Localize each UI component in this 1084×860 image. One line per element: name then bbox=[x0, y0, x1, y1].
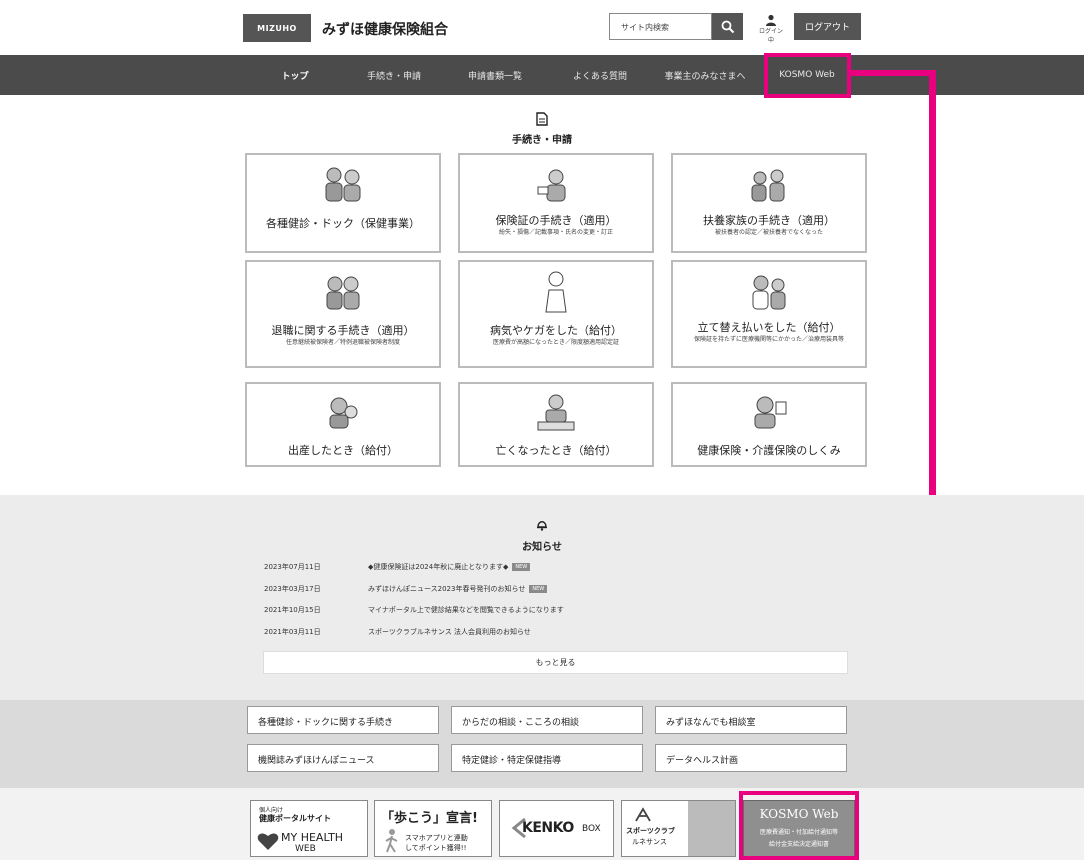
site-search-input[interactable]: サイト内検索 bbox=[609, 13, 712, 40]
banner-text: してポイント獲得!! bbox=[405, 844, 467, 852]
banner-brand: BOX bbox=[582, 824, 601, 834]
nav-employers[interactable]: 事業主のみなさまへ bbox=[655, 55, 755, 95]
link-data-health-plan[interactable]: データヘルス計画 bbox=[655, 744, 847, 772]
banner-text: 健康ポータルサイト bbox=[259, 814, 331, 823]
tile-title: 健康保険・介護保険のしくみ bbox=[697, 444, 841, 457]
user-icon bbox=[766, 14, 776, 26]
mizuho-logo[interactable]: MIZUHO bbox=[243, 14, 311, 42]
nav-forms-list[interactable]: 申請書類一覧 bbox=[452, 55, 538, 95]
banner-brand: MY HEALTH bbox=[281, 831, 344, 844]
banner-sports-club-renaissance[interactable]: スポーツクラブ ルネサンス bbox=[621, 800, 736, 857]
banner-my-health-web[interactable]: 個人向け 健康ポータルサイト MY HEALTH WEB bbox=[250, 800, 368, 857]
tile-title: 立て替え払いをした（給付） bbox=[697, 321, 841, 334]
tile-subtitle: 任意継続被保険者／特例退職被保険者制度 bbox=[285, 339, 400, 346]
renaissance-logo-icon bbox=[635, 807, 651, 822]
link-general-consultation[interactable]: みずほなんでも相談室 bbox=[655, 706, 847, 734]
procedures-heading: 手続き・申請 bbox=[512, 135, 572, 146]
tile-dependents[interactable]: 扶養家族の手続き（適用） 被扶養者の認定／被扶養者でなくなった bbox=[671, 153, 867, 253]
tile-subtitle: 被扶養者の認定／被扶養者でなくなった bbox=[714, 229, 823, 236]
login-status[interactable]: ログイン中 bbox=[757, 13, 785, 44]
tile-insurance-system[interactable]: 健康保険・介護保険のしくみ bbox=[671, 382, 867, 467]
tile-retirement[interactable]: 退職に関する手続き（適用） 任意継続被保険者／特例退職被保険者制度 bbox=[245, 260, 441, 368]
banner-kenko-box[interactable]: KENKO BOX bbox=[499, 800, 614, 857]
news-item[interactable]: スポーツクラブルネサンス 法人会員利用のお知らせ bbox=[368, 627, 531, 637]
nav-procedures[interactable]: 手続き・申請 bbox=[352, 55, 436, 95]
memorial-icon bbox=[537, 394, 575, 431]
heart-icon bbox=[257, 833, 279, 850]
nav-kosmo-highlight bbox=[764, 53, 851, 98]
tile-title: 亡くなったとき（給付） bbox=[495, 444, 617, 457]
banner-text: スポーツクラブ bbox=[626, 827, 675, 835]
highlight-connector-horizontal bbox=[850, 70, 936, 76]
tile-title: 退職に関する手続き（適用） bbox=[271, 324, 415, 337]
search-icon bbox=[721, 20, 734, 33]
tile-reimbursement[interactable]: 立て替え払いをした（給付） 保険証を持たずに医療機関等にかかった／治療用装具等 bbox=[671, 260, 867, 368]
tile-subtitle: 保険証を持たずに医療機関等にかかった／治療用装具等 bbox=[693, 336, 844, 343]
athlete-photo bbox=[688, 801, 735, 856]
tile-title: 扶養家族の手続き（適用） bbox=[703, 214, 835, 227]
person-with-card-icon bbox=[537, 169, 566, 202]
tile-title: 保険証の手続き（適用） bbox=[495, 214, 617, 227]
banner-walk-declaration[interactable]: 「歩こう」宣言! スマホアプリと連動 してポイント獲得!! bbox=[374, 800, 492, 857]
logout-button[interactable]: ログアウト bbox=[794, 13, 861, 40]
banner-brand: KENKO bbox=[522, 820, 574, 836]
search-button[interactable] bbox=[712, 13, 743, 40]
new-badge: NEW bbox=[512, 563, 531, 571]
news-item-text[interactable]: みずほけんぽニュース2023年春号発刊のお知らせ bbox=[368, 585, 525, 593]
patient-icon bbox=[545, 271, 567, 313]
news-heading: お知らせ bbox=[522, 542, 562, 553]
login-label: ログイン中 bbox=[758, 28, 783, 44]
walking-person-icon bbox=[385, 829, 398, 853]
parent-baby-icon bbox=[329, 397, 358, 429]
banner-text: ルネサンス bbox=[632, 838, 667, 846]
news-date: 2021年10月15日 bbox=[264, 606, 321, 614]
document-icon bbox=[536, 112, 548, 126]
link-newsletter[interactable]: 機関誌みずほけんぽニュース bbox=[247, 744, 439, 772]
news-item[interactable]: マイナポータル上で健診結果などを閲覧できるようになります bbox=[368, 605, 564, 615]
news-item[interactable]: ◆健康保険証は2024年秋に廃止となります◆ NEW bbox=[368, 562, 531, 572]
nav-top[interactable]: トップ bbox=[262, 55, 328, 95]
nav-faq[interactable]: よくある質問 bbox=[557, 55, 643, 95]
news-item-text[interactable]: マイナポータル上で健診結果などを閲覧できるようになります bbox=[368, 606, 564, 614]
tile-subtitle: 医療費が高額になったとき／限度額適用認定証 bbox=[492, 339, 619, 346]
news-date: 2021年03月11日 bbox=[264, 628, 321, 636]
news-item[interactable]: みずほけんぽニュース2023年春号発刊のお知らせ NEW bbox=[368, 584, 548, 594]
news-more-button[interactable]: もっと見る bbox=[263, 651, 848, 674]
tile-title: 病気やケガをした（給付） bbox=[490, 324, 622, 337]
news-item-text[interactable]: スポーツクラブルネサンス 法人会員利用のお知らせ bbox=[368, 628, 531, 636]
family-illustration-icon bbox=[325, 167, 361, 202]
link-specific-checkup[interactable]: 特定健診・特定保健指導 bbox=[451, 744, 643, 772]
tile-illness-injury[interactable]: 病気やケガをした（給付） 医療費が高額になったとき／限度額適用認定証 bbox=[458, 260, 654, 368]
page: MIZUHO みずほ健康保険組合 サイト内検索 ログイン中 ログアウト トップ … bbox=[0, 0, 1084, 860]
caregiver-icon bbox=[754, 396, 787, 429]
tile-title: 出産したとき（給付） bbox=[288, 444, 398, 457]
banner-kosmo-highlight bbox=[739, 791, 859, 860]
site-title[interactable]: みずほ健康保険組合 bbox=[322, 19, 448, 39]
elderly-couple-icon bbox=[326, 276, 360, 310]
news-date: 2023年03月17日 bbox=[264, 585, 321, 593]
tile-insurance-card[interactable]: 保険証の手続き（適用） 紛失・損傷／記載事項・氏名の変更・訂正 bbox=[458, 153, 654, 253]
news-item-text[interactable]: ◆健康保険証は2024年秋に廃止となります◆ bbox=[368, 563, 508, 571]
tile-childbirth[interactable]: 出産したとき（給付） bbox=[245, 382, 441, 467]
family-group-icon bbox=[751, 169, 785, 202]
tile-health-checkups[interactable]: 各種健診・ドック（保健事業） bbox=[245, 153, 441, 253]
tile-subtitle: 紛失・損傷／記載事項・氏名の変更・訂正 bbox=[498, 229, 613, 236]
new-badge: NEW bbox=[529, 585, 548, 593]
bell-icon bbox=[537, 521, 547, 531]
tile-death[interactable]: 亡くなったとき（給付） bbox=[458, 382, 654, 467]
link-checkup-procedures[interactable]: 各種健診・ドックに関する手続き bbox=[247, 706, 439, 734]
link-body-mind-consultation[interactable]: からだの相談・こころの相談 bbox=[451, 706, 643, 734]
doctor-patient-icon bbox=[752, 275, 786, 310]
banner-brand: WEB bbox=[295, 844, 316, 854]
banner-title: 「歩こう」宣言! bbox=[381, 811, 478, 826]
tile-title: 各種健診・ドック（保健事業） bbox=[266, 217, 420, 230]
news-date: 2023年07月11日 bbox=[264, 563, 321, 571]
banner-text: スマホアプリと連動 bbox=[405, 834, 468, 842]
